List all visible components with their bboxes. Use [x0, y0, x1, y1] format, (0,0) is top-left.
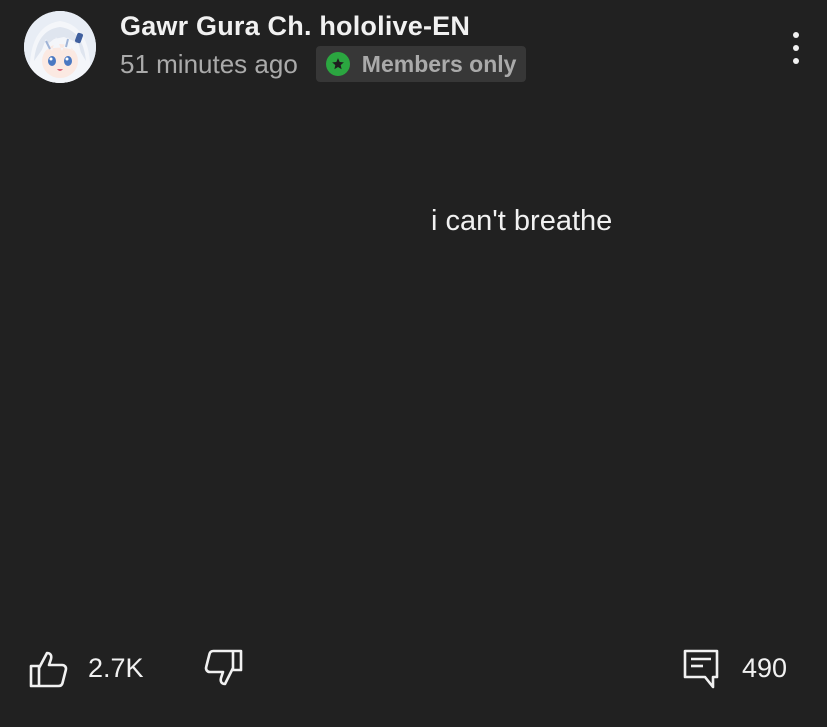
thumbs-down-icon	[204, 649, 243, 686]
more-vert-icon-dot	[793, 58, 799, 64]
thumbs-up-icon	[29, 651, 68, 688]
action-bar: 2.7K 490	[0, 640, 827, 700]
channel-name[interactable]: Gawr Gura Ch. hololive-EN	[120, 11, 470, 42]
post-text: i can't breathe	[431, 205, 613, 237]
comment-icon	[683, 649, 719, 689]
post-time-ago: 51 minutes ago	[120, 48, 298, 79]
more-vert-icon-dot	[793, 45, 799, 51]
post-meta: 51 minutes ago Members only	[120, 46, 527, 82]
more-vert-icon	[793, 32, 799, 38]
star-icon	[325, 52, 350, 76]
avatar-image	[24, 11, 96, 83]
community-post-card: Gawr Gura Ch. hololive-EN 51 minutes ago…	[0, 0, 827, 727]
more-options-button[interactable]	[780, 28, 812, 68]
comment-count: 490	[742, 653, 788, 683]
dislike-button[interactable]	[202, 648, 246, 688]
channel-avatar[interactable]	[24, 11, 96, 83]
comment-button[interactable]	[682, 648, 722, 690]
members-only-badge: Members only	[315, 46, 527, 82]
like-button[interactable]	[28, 648, 68, 688]
members-only-label: Members only	[361, 50, 517, 77]
like-count: 2.7K	[88, 653, 144, 683]
